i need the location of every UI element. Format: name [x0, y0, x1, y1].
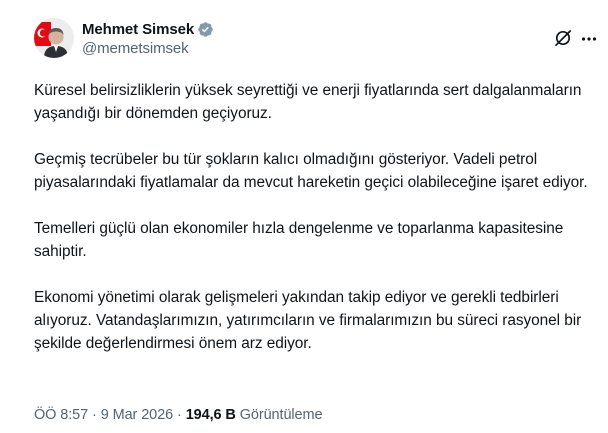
meta-separator: ·	[177, 407, 182, 423]
user-handle[interactable]: @memetsimsek	[82, 40, 214, 57]
tweet: Mehmet Simsek @memetsimsek Küresel belir…	[0, 0, 608, 433]
views-label: Görüntüleme	[239, 407, 323, 423]
tweet-paragraph: Temelleri güçlü olan ekonomiler hızla de…	[34, 220, 564, 260]
tweet-paragraph: Küresel belirsizliklerin yüksek seyretti…	[34, 82, 582, 122]
avatar-image	[34, 18, 74, 58]
more-icon[interactable]	[581, 31, 597, 47]
tweet-paragraph: Geçmiş tecrübeler bu tür şokların kalıcı…	[34, 151, 588, 191]
tweet-date[interactable]: 9 Mar 2026	[101, 407, 173, 423]
tweet-paragraph: Ekonomi yönetimi olarak gelişmeleri yakı…	[34, 289, 582, 352]
name-row: Mehmet Simsek	[82, 19, 214, 39]
tweet-time[interactable]: ÖÖ 8:57	[34, 407, 88, 423]
meta-separator: ·	[92, 407, 97, 423]
display-name[interactable]: Mehmet Simsek	[82, 21, 194, 38]
tweet-body: Küresel belirsizliklerin yüksek seyretti…	[34, 79, 594, 355]
views-count: 194,6 B	[185, 407, 236, 423]
tweet-header: Mehmet Simsek @memetsimsek	[82, 19, 214, 57]
avatar[interactable]	[34, 18, 74, 58]
tweet-meta: ÖÖ 8:57 · 9 Mar 2026 · 194,6 B Görüntüle…	[34, 407, 323, 423]
verified-badge-icon[interactable]	[197, 21, 214, 38]
grok-icon[interactable]	[553, 28, 573, 48]
